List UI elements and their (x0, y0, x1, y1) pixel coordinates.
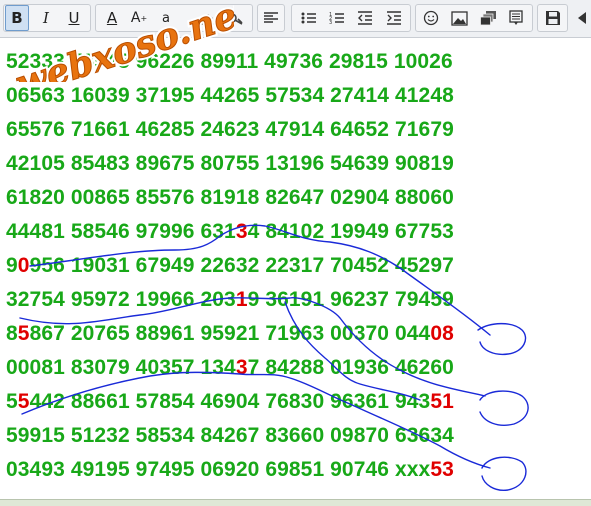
bullet-list-icon (301, 12, 316, 24)
highlighted-digit: 3 (235, 220, 248, 243)
subscript-icon: a (162, 10, 170, 26)
highlighted-digit: 5 (17, 390, 30, 413)
outdent-icon (358, 11, 372, 25)
number-row: 42105 85483 89675 80755 13196 54639 9081… (6, 152, 454, 176)
arrow-left-icon (577, 12, 586, 24)
row-text: 00081 83079 40357 134 (6, 356, 236, 379)
highlighted-digit: 08 (430, 322, 454, 345)
row-text: 4 84102 19949 67753 (247, 220, 454, 243)
save-button[interactable] (541, 5, 565, 31)
row-text: 61820 00865 85576 81918 82647 02904 8806… (6, 186, 454, 209)
number-row: 52333 78545 96226 89911 49736 29815 1002… (6, 50, 453, 74)
row-text: 59915 51232 58534 84267 83660 09870 6363… (6, 424, 454, 447)
font-color-button[interactable]: A (100, 5, 124, 31)
highlighted-digit: 53 (430, 458, 454, 481)
row-text: 7 84288 01936 46260 (247, 356, 454, 379)
row-text: 9 (6, 254, 18, 277)
outdent-button[interactable] (353, 5, 377, 31)
image-icon (450, 10, 468, 26)
row-text: 9 36191 96237 79459 (247, 288, 454, 311)
status-bar (0, 499, 591, 506)
row-text: 5 (6, 390, 18, 413)
insert-special-button[interactable] (504, 5, 528, 31)
insert-media-button[interactable] (476, 5, 500, 31)
number-row: 90956 19031 67949 22632 22317 70452 4529… (6, 254, 454, 278)
number-row: 65576 71661 46285 24623 47914 64652 7167… (6, 118, 454, 142)
row-text: 956 19031 67949 22632 22317 70452 45297 (29, 254, 454, 277)
row-text: 8 (6, 322, 18, 345)
clear-format-button[interactable] (223, 5, 247, 31)
underline-button[interactable]: U (62, 5, 86, 31)
collapse-toolbar-button[interactable] (572, 5, 591, 31)
font-color-icon: A (106, 9, 118, 27)
numbered-list-icon: 123 (329, 12, 344, 25)
align-left-button[interactable] (259, 5, 283, 31)
subscript-button[interactable]: a (154, 5, 178, 31)
number-row: 44481 58546 97996 63134 84102 19949 6775… (6, 220, 454, 244)
row-text: 867 20765 88961 95921 71963 00370 044 (29, 322, 431, 345)
highlighted-digit: 1 (235, 288, 248, 311)
row-text: 44481 58546 97996 631 (6, 220, 236, 243)
highlighted-digit: 5 (17, 322, 30, 345)
row-text: 06563 16039 37195 44265 57534 27414 4124… (6, 84, 454, 107)
number-row: 03493 49195 97495 06920 69851 90746 xxx5… (6, 458, 454, 482)
insert-image-button[interactable] (447, 5, 471, 31)
row-text: 442 88661 57854 46904 76830 96361 943 (29, 390, 431, 413)
clear-format-icon (227, 13, 243, 25)
eraser-icon (201, 14, 215, 25)
svg-text:3: 3 (329, 20, 332, 25)
number-row: 00081 83079 40357 13437 84288 01936 4626… (6, 356, 454, 380)
bullet-list-button[interactable] (297, 5, 321, 31)
align-left-icon (264, 12, 278, 23)
highlighted-digit: 51 (430, 390, 454, 413)
number-row: 32754 95972 19966 20319 36191 96237 7945… (6, 288, 454, 312)
row-text: 03493 49195 97495 06920 69851 90746 xxx (6, 458, 431, 481)
bold-button[interactable]: B (5, 5, 29, 31)
numbered-list-button[interactable]: 123 (325, 5, 349, 31)
row-text: 65576 71661 46285 24623 47914 64652 7167… (6, 118, 454, 141)
smiley-icon (423, 10, 439, 26)
font-size-button[interactable]: A + (127, 5, 151, 31)
number-row: 06563 16039 37195 44265 57534 27414 4124… (6, 84, 454, 108)
italic-button[interactable]: I (34, 5, 58, 31)
row-text: 42105 85483 89675 80755 13196 54639 9081… (6, 152, 454, 175)
indent-button[interactable] (382, 5, 406, 31)
editor-content[interactable]: 52333 78545 96226 89911 49736 29815 1002… (0, 39, 591, 499)
editor-toolbar: B I U A A + a 123 (0, 0, 591, 38)
number-row: 61820 00865 85576 81918 82647 02904 8806… (6, 186, 454, 210)
emoticon-button[interactable] (419, 5, 443, 31)
highlighted-digit: 0 (17, 254, 30, 277)
row-text: 32754 95972 19966 203 (6, 288, 236, 311)
number-row: 55442 88661 57854 46904 76830 96361 9435… (6, 390, 454, 414)
number-row: 85867 20765 88961 95921 71963 00370 0440… (6, 322, 454, 346)
row-text: 52333 78545 96226 89911 49736 29815 1002… (6, 50, 453, 73)
media-icon (479, 11, 496, 26)
highlighted-digit: 3 (235, 356, 248, 379)
floppy-disk-icon (546, 11, 560, 25)
indent-icon (387, 11, 401, 25)
font-size-icon: A (130, 10, 141, 26)
document-icon (509, 10, 523, 25)
number-row: 59915 51232 58534 84267 83660 09870 6363… (6, 424, 454, 448)
remove-format-button[interactable] (196, 5, 220, 31)
